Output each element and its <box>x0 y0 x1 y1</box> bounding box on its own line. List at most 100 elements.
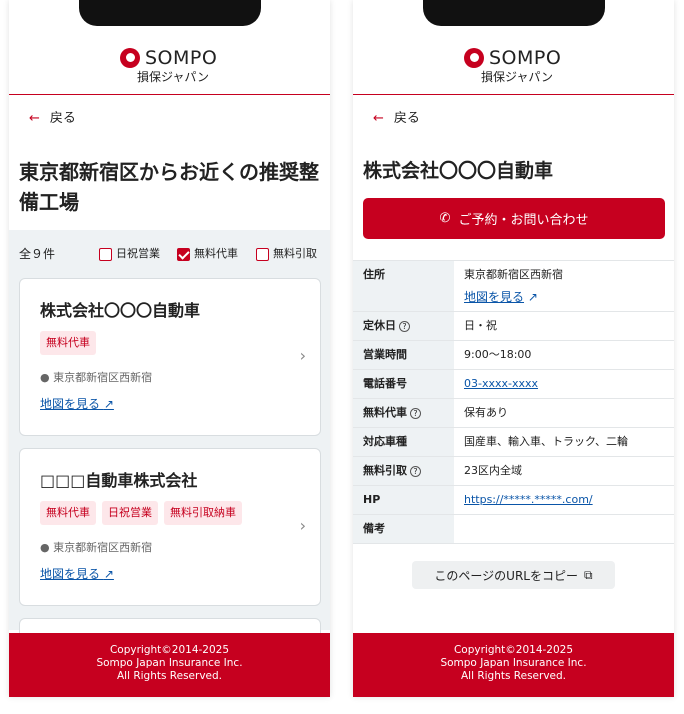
info-key-label: 無料引取 <box>363 464 407 477</box>
info-value: 9:00～18:00 <box>454 340 674 370</box>
info-key-label: 無料代車 <box>363 406 407 419</box>
info-key: 無料引取? <box>353 456 454 486</box>
table-row: 無料代車? 保有あり <box>353 398 674 428</box>
filter-free-pickup[interactable]: 無料引取 <box>256 246 317 262</box>
arrow-left-icon: ← <box>29 111 40 126</box>
logo-sub-text: 損保ジャパン <box>481 70 554 84</box>
table-row: 備考 <box>353 514 674 544</box>
external-link-icon: ↗ <box>103 567 114 581</box>
info-value: 03-xxxx-xxxx <box>454 369 674 399</box>
info-key: 無料代車? <box>353 398 454 428</box>
reserve-button[interactable]: ✆ ご予約・お問い合わせ <box>363 198 665 239</box>
address-text: 東京都新宿区西新宿 <box>464 268 563 281</box>
chevron-right-icon: › <box>299 346 306 365</box>
location-text: 東京都新宿区西新宿 <box>53 371 153 384</box>
filter-label: 無料代車 <box>194 247 238 260</box>
shop-card[interactable]: □□□自動車株式会社 無料代車 日祝営業 無料引取納車 › ● 東京都新宿区西新… <box>19 448 321 606</box>
info-value: https://*****.*****.com/ <box>454 485 674 515</box>
info-key: 対応車種 <box>353 427 454 457</box>
phone-list-screen: SOMPO 損保ジャパン ← 戻る 東京都新宿区からお近くの推奨整備工場 全９件 … <box>9 0 330 697</box>
back-label: 戻る <box>49 111 76 126</box>
tag-list: 無料代車 <box>40 331 96 355</box>
arrow-left-icon: ← <box>373 111 384 126</box>
back-link[interactable]: ← 戻る <box>373 110 420 128</box>
table-row: 無料引取? 23区内全域 <box>353 456 674 486</box>
logo-mark-icon <box>120 48 140 68</box>
tag-badge: 無料代車 <box>40 331 96 355</box>
phone-notch <box>79 0 261 26</box>
tag-badge: 無料代車 <box>40 501 96 525</box>
copy-icon: ⧉ <box>584 567 593 582</box>
external-link-icon: ↗ <box>103 397 114 411</box>
map-pin-icon: ● <box>40 541 50 554</box>
shop-name: 株式会社〇〇〇自動車 <box>40 301 201 320</box>
logo-sub-text: 損保ジャパン <box>137 70 210 84</box>
info-key: 電話番号 <box>353 369 454 399</box>
info-value: 国産車、輸入車、トラック、二輪 <box>454 427 674 457</box>
shop-card[interactable]: 株式会社〇〇〇自動車 無料代車 › ● 東京都新宿区西新宿 地図を見る ↗ <box>19 278 321 436</box>
shop-title: 株式会社〇〇〇自動車 <box>363 160 554 182</box>
rights-line: All Rights Reserved. <box>116 670 223 682</box>
map-pin-icon: ● <box>40 371 50 384</box>
filter-free-loaner[interactable]: 無料代車 <box>177 246 238 262</box>
info-value: 保有あり <box>454 398 674 428</box>
sompo-logo[interactable]: SOMPO 損保ジャパン <box>120 48 230 88</box>
help-icon[interactable]: ? <box>410 408 421 419</box>
copy-url-label: このページのURLをコピー <box>434 568 578 583</box>
company-line: Sompo Japan Insurance Inc. <box>440 657 587 669</box>
result-count: 全９件 <box>19 247 56 261</box>
table-row: 営業時間 9:00～18:00 <box>353 340 674 370</box>
copyright-line: Copyright©2014-2025 <box>109 644 230 656</box>
phone-detail-screen: SOMPO 損保ジャパン ← 戻る 株式会社〇〇〇自動車 ✆ ご予約・お問い合わせ … <box>353 0 674 697</box>
shop-name: □□□自動車株式会社 <box>40 471 198 490</box>
back-link[interactable]: ← 戻る <box>29 110 76 128</box>
map-link[interactable]: 地図を見る ↗ <box>464 290 674 304</box>
shop-info-table: 住所 東京都新宿区西新宿 地図を見る ↗ 定休日? 日・祝 営業時間 9:00～… <box>353 260 674 544</box>
shop-location: ● 東京都新宿区西新宿 <box>40 371 152 385</box>
company-line: Sompo Japan Insurance Inc. <box>96 657 243 669</box>
info-value: 23区内全域 <box>454 456 674 486</box>
info-key: 住所 <box>353 260 454 312</box>
info-key: 備考 <box>353 514 454 544</box>
filter-label: 無料引取 <box>273 247 317 260</box>
info-key: 定休日? <box>353 311 454 341</box>
help-icon[interactable]: ? <box>399 321 410 332</box>
copy-url-button[interactable]: このページのURLをコピー ⧉ <box>412 561 615 589</box>
phone-link[interactable]: 03-xxxx-xxxx <box>464 377 538 390</box>
tag-badge: 日祝営業 <box>102 501 158 525</box>
chevron-right-icon: › <box>299 516 306 535</box>
map-link[interactable]: 地図を見る ↗ <box>40 566 114 582</box>
tag-badge: 無料引取納車 <box>164 501 242 525</box>
table-row: HP https://*****.*****.com/ <box>353 485 674 515</box>
external-link-icon: ↗ <box>527 290 538 304</box>
sompo-logo[interactable]: SOMPO 損保ジャパン <box>464 48 574 88</box>
help-icon[interactable]: ? <box>410 466 421 477</box>
filter-holiday[interactable]: 日祝営業 <box>99 246 160 262</box>
info-value: 日・祝 <box>454 311 674 341</box>
info-value: 東京都新宿区西新宿 地図を見る ↗ <box>454 260 674 312</box>
checkbox-checked-icon[interactable] <box>177 247 190 261</box>
location-text: 東京都新宿区西新宿 <box>53 541 153 554</box>
footer: Copyright©2014-2025 Sompo Japan Insuranc… <box>353 633 674 697</box>
info-key: 営業時間 <box>353 340 454 370</box>
logo-brand-text: SOMPO <box>145 47 218 69</box>
map-link-label: 地図を見る <box>40 397 101 411</box>
table-row: 定休日? 日・祝 <box>353 311 674 341</box>
phone-icon: ✆ <box>439 211 451 226</box>
footer: Copyright©2014-2025 Sompo Japan Insuranc… <box>9 633 330 697</box>
logo-mark-icon <box>464 48 484 68</box>
copyright-line: Copyright©2014-2025 <box>453 644 574 656</box>
tag-list: 無料代車 日祝営業 無料引取納車 <box>40 501 242 525</box>
table-row: 対応車種 国産車、輸入車、トラック、二輪 <box>353 427 674 457</box>
checkbox-icon[interactable] <box>99 247 112 261</box>
table-row: 住所 東京都新宿区西新宿 地図を見る ↗ <box>353 260 674 312</box>
table-row: 電話番号 03-xxxx-xxxx <box>353 369 674 399</box>
checkbox-icon[interactable] <box>256 247 269 261</box>
shop-location: ● 東京都新宿区西新宿 <box>40 541 152 555</box>
homepage-link[interactable]: https://*****.*****.com/ <box>464 493 593 506</box>
map-link[interactable]: 地図を見る ↗ <box>40 396 114 412</box>
logo-brand-text: SOMPO <box>489 47 562 69</box>
map-link-label[interactable]: 地図を見る <box>464 290 524 304</box>
filter-label: 日祝営業 <box>116 247 160 260</box>
info-value <box>454 514 674 544</box>
